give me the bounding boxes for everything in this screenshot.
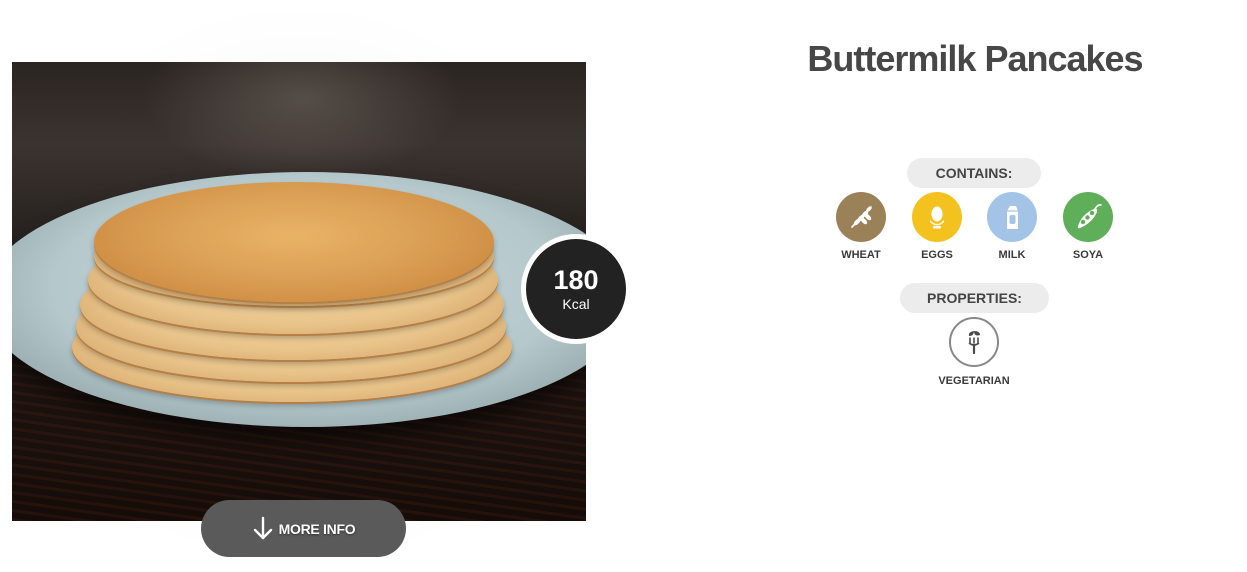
- pancake-stack: [72, 122, 512, 412]
- allergen-milk-circle: [987, 192, 1037, 242]
- arrow-down-icon: [253, 516, 272, 539]
- allergen-eggs-circle: [912, 192, 962, 242]
- calorie-badge-inner: 180 Kcal: [526, 239, 626, 339]
- recipe-photo: [12, 62, 586, 521]
- egg-icon: [930, 206, 944, 229]
- pancake-top: [94, 182, 494, 302]
- allergen-soya: SOYA: [1053, 192, 1123, 261]
- property-vegetarian-label: VEGETARIAN: [938, 375, 1010, 387]
- allergen-milk: MILK: [977, 192, 1047, 261]
- contains-heading: CONTAINS:: [907, 158, 1041, 188]
- calorie-unit: Kcal: [562, 296, 590, 312]
- recipe-title: Buttermilk Pancakes: [807, 38, 1143, 79]
- wheat-icon: [851, 206, 872, 228]
- more-info-label: MORE INFO: [278, 520, 356, 537]
- calorie-value: 180: [553, 265, 599, 295]
- properties-heading: PROPERTIES:: [900, 283, 1049, 313]
- allergen-wheat-label: WHEAT: [841, 249, 881, 261]
- soy-pod-icon: [1077, 204, 1102, 229]
- allergen-eggs: EGGS: [902, 192, 972, 261]
- milk-carton-icon: [1007, 206, 1018, 229]
- property-vegetarian: VEGETARIAN: [929, 317, 1019, 387]
- allergen-soya-label: SOYA: [1072, 249, 1104, 261]
- allergen-wheat-circle: [836, 192, 886, 242]
- calorie-badge: 180 Kcal: [521, 234, 631, 344]
- property-vegetarian-circle: [949, 317, 999, 367]
- allergen-milk-label: MILK: [998, 249, 1026, 261]
- more-info-button[interactable]: MORE INFO: [201, 500, 406, 557]
- allergen-wheat: WHEAT: [826, 192, 896, 261]
- allergen-eggs-label: EGGS: [921, 249, 953, 261]
- vegetarian-fork-icon: [968, 331, 980, 355]
- allergen-soya-circle: [1063, 192, 1113, 242]
